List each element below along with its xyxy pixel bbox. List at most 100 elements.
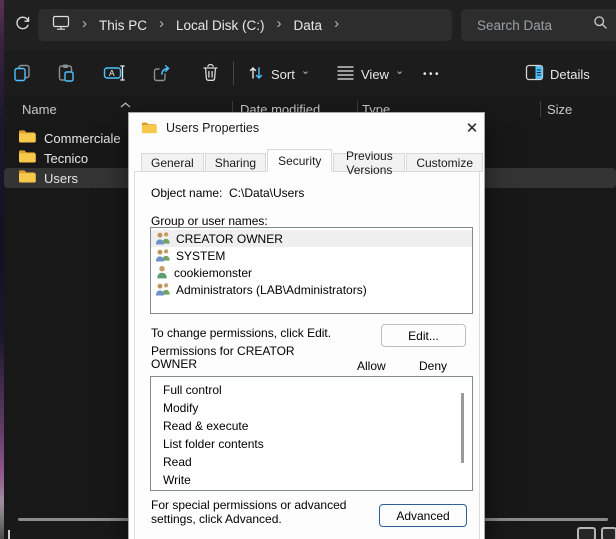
- view-icon: [336, 65, 355, 84]
- delete-button[interactable]: [198, 62, 222, 86]
- breadcrumb-chevron-icon: ›: [82, 19, 87, 29]
- delete-icon: [201, 63, 220, 86]
- group-or-user-names-label: Group or user names:: [151, 214, 268, 228]
- permission-row-read[interactable]: Read: [151, 453, 472, 471]
- permission-row-special-permissions[interactable]: Special permissions: [151, 489, 472, 491]
- dialog-titlebar[interactable]: Users Properties ✕: [129, 113, 484, 143]
- principal-name: SYSTEM: [176, 249, 225, 263]
- principal-name: CREATOR OWNER: [176, 232, 283, 246]
- folder-icon: [18, 129, 36, 148]
- more-icon: •••: [423, 69, 441, 80]
- paste-icon: [56, 63, 76, 86]
- search-box: [461, 9, 616, 41]
- copy-button[interactable]: [10, 62, 34, 86]
- folder-icon: [141, 121, 157, 137]
- advanced-settings-hint: For special permissions or advanced sett…: [151, 499, 391, 526]
- breadcrumb-chevron-icon: ›: [334, 19, 339, 29]
- permission-row-modify[interactable]: Modify: [151, 399, 472, 417]
- breadcrumb-chevron-icon: ›: [277, 19, 282, 29]
- users-properties-dialog: Users Properties ✕ General Sharing Secur…: [128, 112, 485, 539]
- chevron-down-icon: ⌄: [301, 67, 310, 75]
- close-icon: ✕: [466, 119, 479, 137]
- rename-icon: A: [103, 63, 125, 86]
- dialog-title: Users Properties: [166, 121, 259, 135]
- sort-icon: [247, 64, 265, 85]
- sort-dropdown[interactable]: Sort ⌄: [247, 62, 310, 86]
- column-header-name[interactable]: Name: [22, 102, 57, 117]
- object-name-label: Object name:: [151, 186, 222, 200]
- permissions-for-label: Permissions for CREATOR OWNER: [151, 345, 321, 371]
- search-icon: [593, 15, 608, 35]
- permission-row-list-folder-contents[interactable]: List folder contents: [151, 435, 472, 453]
- close-button[interactable]: ✕: [462, 118, 482, 138]
- dialog-tabstrip: General Sharing Security Previous Versio…: [141, 149, 484, 172]
- tab-customize[interactable]: Customize: [406, 153, 483, 172]
- change-permissions-hint: To change permissions, click Edit.: [151, 326, 331, 340]
- share-icon: [152, 63, 172, 86]
- chevron-down-icon: ⌄: [395, 67, 404, 75]
- sort-ascending-icon: [120, 96, 131, 111]
- refresh-icon: [14, 15, 31, 35]
- group-icon: [155, 281, 171, 299]
- breadcrumb: › This PC › Local Disk (C:) › Data ›: [38, 9, 452, 41]
- svg-text:A: A: [109, 68, 115, 78]
- permissions-listbox: Full control Modify Read & execute List …: [150, 376, 473, 491]
- principal-row-administrators[interactable]: Administrators (LAB\Administrators): [151, 281, 472, 298]
- file-explorer-window: › This PC › Local Disk (C:) › Data ›: [0, 0, 616, 539]
- permission-row-full-control[interactable]: Full control: [151, 381, 472, 399]
- taskbar-icon[interactable]: [601, 527, 616, 539]
- breadcrumb-item-this-pc[interactable]: This PC: [99, 18, 147, 33]
- refresh-button[interactable]: [10, 13, 34, 37]
- breadcrumb-item-data[interactable]: Data: [294, 18, 323, 33]
- column-divider: [540, 101, 541, 117]
- folder-icon: [18, 149, 36, 168]
- this-pc-icon: [52, 15, 70, 36]
- file-name: Users: [44, 171, 78, 186]
- deny-column-label: Deny: [419, 359, 447, 373]
- file-name: Tecnico: [44, 151, 88, 166]
- background-window-sliver: [0, 0, 4, 539]
- navigation-bar: › This PC › Local Disk (C:) › Data ›: [4, 0, 616, 50]
- view-label: View: [361, 67, 389, 82]
- allow-column-label: Allow: [357, 359, 386, 373]
- details-pane-icon: [525, 64, 544, 84]
- advanced-button[interactable]: Advanced: [379, 504, 467, 527]
- group-user-names-listbox: CREATOR OWNER SYSTEM: [150, 227, 473, 314]
- more-options-button[interactable]: •••: [423, 62, 441, 86]
- paste-button[interactable]: [54, 62, 78, 86]
- command-toolbar: A: [4, 50, 616, 96]
- breadcrumb-chevron-icon: ›: [159, 19, 164, 29]
- principal-name: cookiemonster: [174, 266, 252, 280]
- group-icon: [155, 230, 171, 248]
- principal-row-system[interactable]: SYSTEM: [151, 247, 472, 264]
- principal-row-cookiemonster[interactable]: cookiemonster: [151, 264, 472, 281]
- tab-security[interactable]: Security: [267, 149, 332, 172]
- partial-icon-edge: [8, 530, 10, 539]
- rename-button[interactable]: A: [102, 62, 126, 86]
- sort-label: Sort: [271, 67, 295, 82]
- view-dropdown[interactable]: View ⌄: [336, 62, 404, 86]
- details-pane-button[interactable]: Details: [525, 62, 590, 86]
- object-name-value: C:\Data\Users: [229, 186, 304, 200]
- tab-sharing[interactable]: Sharing: [205, 153, 266, 172]
- share-button[interactable]: [150, 62, 174, 86]
- copy-icon: [12, 63, 32, 86]
- permission-row-write[interactable]: Write: [151, 471, 472, 489]
- taskbar-icon[interactable]: [577, 527, 596, 539]
- group-icon: [155, 247, 171, 265]
- principal-name: Administrators (LAB\Administrators): [176, 283, 367, 297]
- breadcrumb-item-local-disk-c[interactable]: Local Disk (C:): [176, 18, 265, 33]
- tab-general[interactable]: General: [141, 153, 204, 172]
- edit-button[interactable]: Edit...: [381, 324, 466, 347]
- principal-row-creator-owner[interactable]: CREATOR OWNER: [151, 230, 472, 247]
- column-header-size[interactable]: Size: [547, 102, 572, 117]
- permissions-scrollbar[interactable]: [461, 393, 464, 463]
- details-label: Details: [550, 67, 590, 82]
- tab-previous-versions[interactable]: Previous Versions: [333, 153, 405, 172]
- permission-row-read-execute[interactable]: Read & execute: [151, 417, 472, 435]
- search-input[interactable]: [477, 18, 593, 33]
- folder-icon: [18, 169, 36, 188]
- file-name: Commerciale: [44, 131, 121, 146]
- user-icon: [155, 264, 169, 282]
- toolbar-divider: [233, 61, 234, 85]
